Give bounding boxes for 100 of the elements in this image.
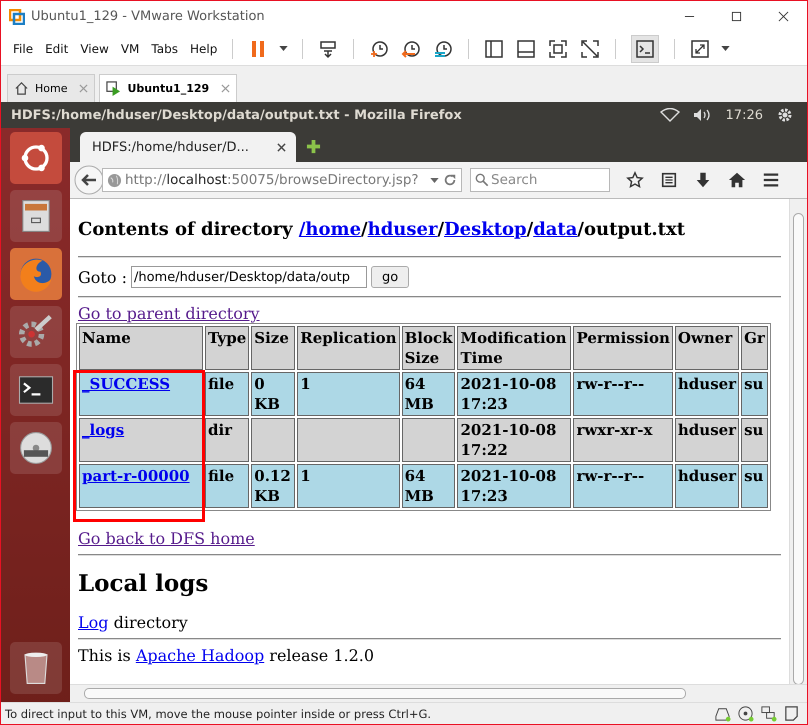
dropdown-caret-icon[interactable] <box>279 46 288 51</box>
directory-heading: Contents of directory /home/hduser/Desktop/data/output.txt <box>78 219 686 240</box>
trash-icon[interactable] <box>10 642 62 694</box>
dropdown-caret-icon[interactable] <box>721 46 730 51</box>
maximize-icon[interactable] <box>731 11 742 22</box>
browser-tab[interactable]: HDFS:/home/hduser/D... <box>80 132 296 162</box>
table-cell: 64 MB <box>402 464 456 508</box>
reload-icon[interactable] <box>443 173 457 187</box>
menu-item[interactable]: Help <box>184 42 222 56</box>
path-link[interactable]: Desktop <box>444 219 527 240</box>
path-link[interactable]: data <box>533 219 578 240</box>
column-header: Size <box>251 326 296 370</box>
star-icon[interactable] <box>626 171 644 189</box>
hadoop-link[interactable]: Apache Hadoop <box>136 646 264 665</box>
home-icon[interactable] <box>728 171 746 189</box>
status-text: To direct input to this VM, move the mouse pointer inside or press Ctrl+G. <box>5 706 432 720</box>
thumbnail-bar-icon[interactable] <box>516 38 536 58</box>
wifi-icon[interactable] <box>660 108 680 122</box>
unity-icon[interactable] <box>580 38 600 58</box>
file-cabinet-icon[interactable] <box>10 190 62 242</box>
window-title: Ubuntu1_129 - VMware Workstation <box>31 9 266 24</box>
file-link[interactable]: part-r-00000 <box>82 467 190 485</box>
close-icon[interactable] <box>277 142 286 152</box>
table-cell: hduser <box>674 418 740 462</box>
home-icon <box>14 81 29 96</box>
menu-item[interactable]: VM <box>116 42 144 56</box>
console-icon[interactable] <box>631 34 660 62</box>
new-tab-icon[interactable] <box>306 139 321 154</box>
vm-tab[interactable]: Ubuntu1_129 <box>99 74 238 102</box>
file-link[interactable]: _logs <box>82 421 124 439</box>
snapshot-manager-icon[interactable] <box>433 38 454 58</box>
menu-item[interactable]: Edit <box>40 42 74 56</box>
horizontal-scrollbar[interactable] <box>70 684 807 702</box>
search-field[interactable]: Search <box>470 168 610 192</box>
dfs-home-link[interactable]: Go back to DFS home <box>78 529 255 548</box>
full-screen-icon[interactable] <box>548 38 568 58</box>
table-cell: hduser <box>674 464 740 508</box>
path-link[interactable]: hduser <box>368 219 438 240</box>
parent-directory-link[interactable]: Go to parent directory <box>78 304 260 323</box>
table-cell: rw-r--r-- <box>573 464 673 508</box>
table-cell: su <box>741 372 768 416</box>
snapshot-icon[interactable] <box>369 38 390 58</box>
go-button[interactable]: go <box>370 266 410 288</box>
log-directory-text: Log directory <box>78 613 189 632</box>
menu-item[interactable]: Tabs <box>146 42 183 56</box>
settings-icon[interactable] <box>777 107 793 123</box>
search-input[interactable]: Search <box>489 171 603 189</box>
search-icon <box>475 173 489 187</box>
vm-running-icon <box>106 81 122 96</box>
sidebar-icon[interactable] <box>484 38 504 58</box>
cd-icon[interactable] <box>737 705 754 722</box>
column-header: Owner <box>674 326 740 370</box>
download-icon[interactable] <box>694 171 712 189</box>
vertical-scrollbar[interactable] <box>789 199 807 685</box>
table-cell: 2021-10-08 17:23 <box>457 372 572 416</box>
revert-snapshot-icon[interactable] <box>401 38 422 58</box>
terminal-icon[interactable] <box>10 364 62 416</box>
table-cell: file <box>205 372 250 416</box>
message-icon[interactable] <box>783 705 800 722</box>
vmware-logo-icon <box>9 8 25 24</box>
table-cell: file <box>205 464 250 508</box>
column-header: Permission <box>573 326 673 370</box>
column-header: Gr <box>741 326 768 370</box>
send-keys-icon[interactable] <box>318 38 338 58</box>
menu-item[interactable]: View <box>75 42 114 56</box>
menu-item[interactable]: File <box>8 42 38 56</box>
table-cell: 0 KB <box>251 372 296 416</box>
goto-field[interactable]: /home/hduser/Desktop/data/outp <box>130 266 367 288</box>
back-icon[interactable] <box>74 165 104 195</box>
column-header: Block Size <box>402 326 456 370</box>
log-link[interactable]: Log <box>78 613 108 632</box>
url-field[interactable]: http://localhost:50075/browseDirectory.jsp? <box>102 168 462 192</box>
table-cell: 2021-10-08 17:22 <box>457 418 572 462</box>
close-icon[interactable] <box>778 11 789 22</box>
wrench-gear-icon[interactable] <box>10 306 62 358</box>
table-cell: 0.12 KB <box>251 464 296 508</box>
file-link[interactable]: _SUCCESS <box>82 375 170 393</box>
column-header: Modification Time <box>457 326 572 370</box>
volume-icon[interactable] <box>692 108 712 122</box>
table-cell: 1 <box>297 464 400 508</box>
release-text: This is Apache Hadoop release 1.2.0 <box>78 646 376 665</box>
table-cell: dir <box>205 418 250 462</box>
table-cell: 64 MB <box>402 372 456 416</box>
firefox-icon[interactable] <box>10 248 62 300</box>
table-cell <box>402 418 456 462</box>
dropdown-caret-icon[interactable] <box>430 178 439 182</box>
table-cell: hduser <box>674 372 740 416</box>
stretch-icon[interactable] <box>690 38 710 58</box>
menu-icon[interactable] <box>762 171 780 189</box>
dash-icon[interactable] <box>10 132 62 184</box>
vm-tab[interactable]: Home <box>7 74 96 102</box>
table-cell: su <box>741 464 768 508</box>
table-cell: rw-r--r-- <box>573 372 673 416</box>
path-link[interactable]: /home <box>298 219 362 240</box>
column-header: Replication <box>297 326 400 370</box>
column-header: Type <box>205 326 250 370</box>
clock[interactable]: 17:26 <box>726 108 763 122</box>
network-icon[interactable] <box>760 705 777 722</box>
window-title: HDFS:/home/hduser/Desktop/data/output.txt - Mozilla Firefox <box>11 108 463 122</box>
reading-list-icon[interactable] <box>660 171 678 189</box>
